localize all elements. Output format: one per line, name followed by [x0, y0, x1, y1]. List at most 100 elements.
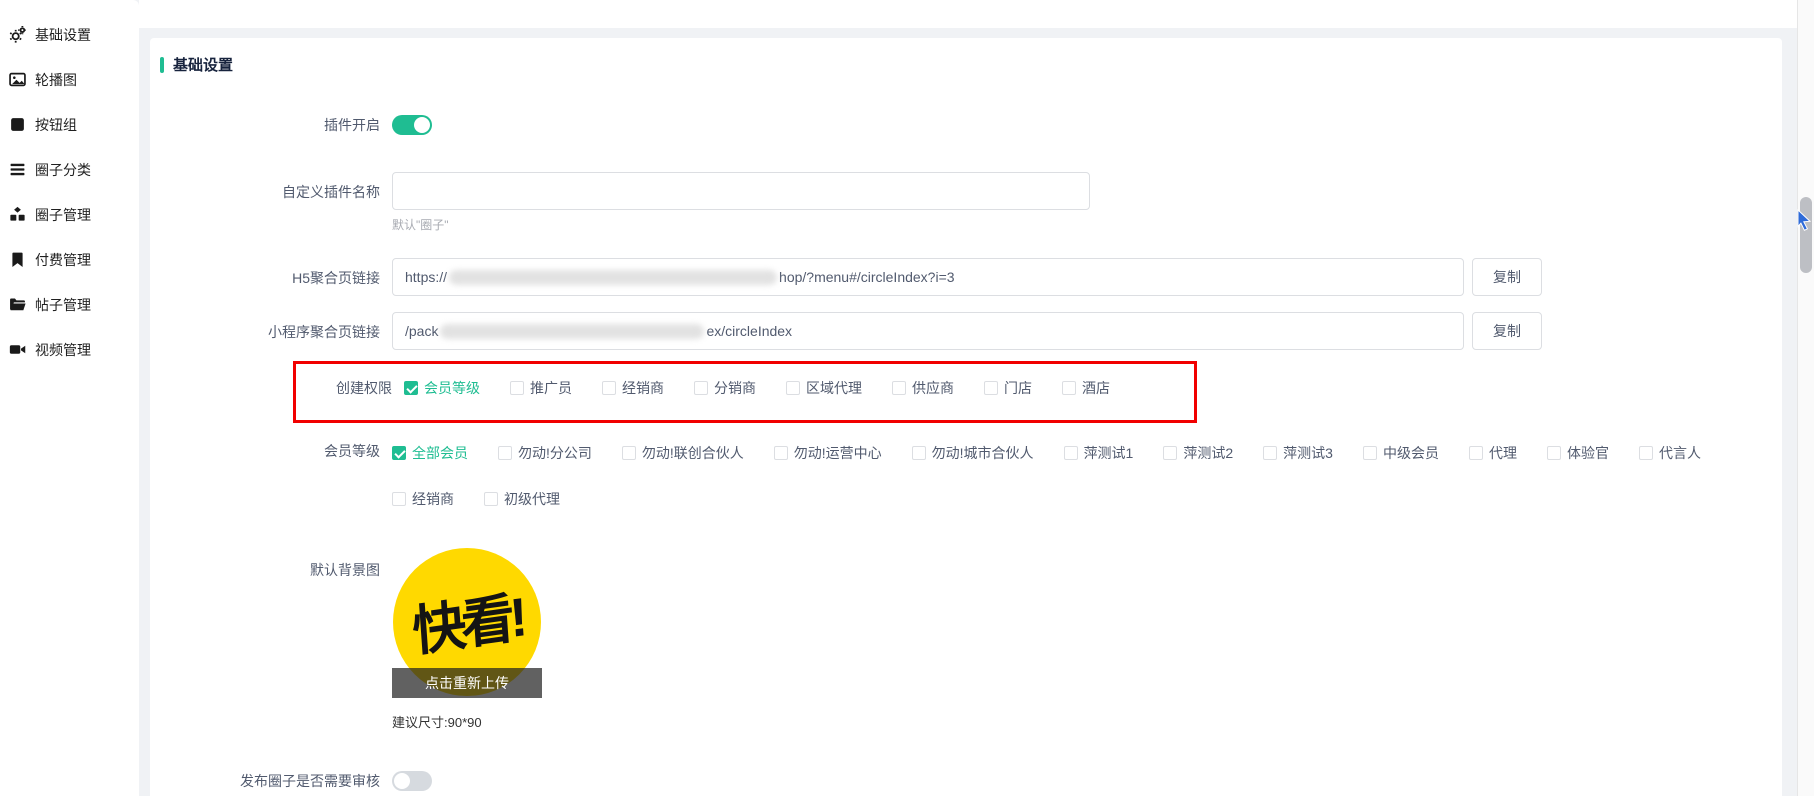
checkbox-icon	[1363, 446, 1377, 460]
settings-panel: 基础设置 插件开启 自定义插件名称 默认"圈子" H5聚合页链接 https:/…	[150, 38, 1782, 796]
annotation-red-box: 创建权限 会员等级 推广员 经销商	[293, 361, 1197, 423]
h5-link-row: H5聚合页链接 https:// hop/?menu#/circleIndex?…	[160, 258, 1782, 296]
checkbox-option[interactable]: 经销商	[602, 378, 664, 398]
h5-link-suffix: hop/?menu#/circleIndex?i=3	[779, 269, 955, 285]
checkbox-option[interactable]: 酒店	[1062, 378, 1110, 398]
checkbox-option[interactable]: 经销商	[392, 489, 454, 509]
checkbox-option[interactable]: 萍测试2	[1163, 443, 1233, 463]
checkbox-option[interactable]: 萍测试1	[1064, 443, 1134, 463]
checkbox-label: 勿动!联创合伙人	[642, 443, 744, 463]
bg-image-row: 默认背景图 快看! 点击重新上传 建议尺寸:90*90	[160, 548, 1782, 731]
sidebar-item-circle-manage[interactable]: 圈子管理	[0, 192, 139, 237]
checkbox-icon	[774, 446, 788, 460]
h5-link-input[interactable]: https:// hop/?menu#/circleIndex?i=3	[392, 258, 1464, 296]
checkbox-label: 经销商	[412, 489, 454, 509]
checkbox-icon	[786, 381, 800, 395]
checkbox-icon	[602, 381, 616, 395]
plugin-enable-toggle[interactable]	[392, 115, 432, 135]
checkbox-icon	[1639, 446, 1653, 460]
mouse-cursor-icon	[1794, 209, 1814, 233]
audit-toggle-label: 发布圈子是否需要审核	[160, 771, 380, 791]
member-level-options-line1: 全部会员 勿动!分公司 勿动!联创合伙人 勿动!运营中心	[392, 443, 1701, 463]
h5-link-prefix: https://	[405, 269, 447, 285]
checkbox-label: 代言人	[1659, 443, 1701, 463]
scrollbar-thumb[interactable]	[1800, 197, 1812, 273]
checkbox-label: 初级代理	[504, 489, 560, 509]
page-title: 基础设置	[173, 54, 233, 75]
sidebar-item-label: 圈子分类	[35, 160, 91, 180]
redacted-blur	[440, 324, 704, 339]
checkbox-icon	[1163, 446, 1177, 460]
top-header-strip	[139, 0, 1814, 28]
mini-link-label: 小程序聚合页链接	[160, 312, 380, 342]
sidebar: 基础设置 轮播图 按钮组 圈子分类 圈子管理	[0, 0, 139, 796]
checkbox-label: 勿动!运营中心	[794, 443, 882, 463]
bg-image-size-hint: 建议尺寸:90*90	[392, 712, 542, 731]
checkbox-label: 会员等级	[424, 378, 480, 398]
sidebar-item-post-manage[interactable]: 帖子管理	[0, 282, 139, 327]
checkbox-option[interactable]: 代理	[1469, 443, 1517, 463]
checkbox-icon	[404, 381, 418, 395]
create-permission-options: 会员等级 推广员 经销商 分销商	[404, 378, 1110, 398]
checkbox-label: 全部会员	[412, 443, 468, 463]
checkbox-icon	[510, 381, 524, 395]
checkbox-label: 经销商	[622, 378, 664, 398]
sidebar-item-payment-manage[interactable]: 付费管理	[0, 237, 139, 282]
mini-link-input[interactable]: /pack ex/circleIndex	[392, 312, 1464, 350]
audit-toggle[interactable]	[392, 771, 432, 791]
checkbox-option[interactable]: 会员等级	[404, 378, 480, 398]
checkbox-option[interactable]: 中级会员	[1363, 443, 1439, 463]
checkbox-label: 萍测试2	[1183, 443, 1233, 463]
checkbox-label: 萍测试3	[1283, 443, 1333, 463]
checkbox-label: 区域代理	[806, 378, 862, 398]
checkbox-option[interactable]: 勿动!城市合伙人	[912, 443, 1034, 463]
plugin-name-label: 自定义插件名称	[160, 172, 380, 202]
video-icon	[9, 341, 26, 358]
h5-link-label: H5聚合页链接	[160, 258, 380, 288]
checkbox-option[interactable]: 初级代理	[484, 489, 560, 509]
checkbox-option[interactable]: 门店	[984, 378, 1032, 398]
checkbox-option[interactable]: 体验官	[1547, 443, 1609, 463]
checkbox-option[interactable]: 全部会员	[392, 443, 468, 463]
sidebar-item-circle-category[interactable]: 圈子分类	[0, 147, 139, 192]
settings-icon	[9, 26, 26, 43]
checkbox-label: 勿动!城市合伙人	[932, 443, 1034, 463]
checkbox-option[interactable]: 萍测试3	[1263, 443, 1333, 463]
reupload-overlay[interactable]: 点击重新上传	[392, 668, 542, 698]
checkbox-option[interactable]: 分销商	[694, 378, 756, 398]
checkbox-option[interactable]: 推广员	[510, 378, 572, 398]
bg-image-text: 快看!	[409, 572, 525, 672]
checkbox-option[interactable]: 勿动!分公司	[498, 443, 592, 463]
h5-copy-button[interactable]: 复制	[1472, 258, 1542, 296]
checkbox-option[interactable]: 勿动!运营中心	[774, 443, 882, 463]
redacted-blur	[449, 270, 777, 285]
sidebar-item-label: 帖子管理	[35, 295, 91, 315]
bg-image-upload[interactable]: 快看! 点击重新上传	[392, 548, 542, 698]
plugin-name-hint: 默认"圈子"	[392, 216, 1090, 233]
mini-copy-button[interactable]: 复制	[1472, 312, 1542, 350]
checkbox-label: 推广员	[530, 378, 572, 398]
checkbox-option[interactable]: 供应商	[892, 378, 954, 398]
sidebar-item-button-group[interactable]: 按钮组	[0, 102, 139, 147]
plugin-name-row: 自定义插件名称 默认"圈子"	[160, 172, 1782, 233]
sidebar-item-basic-settings[interactable]: 基础设置	[0, 12, 139, 57]
title-accent-bar	[160, 57, 164, 73]
checkbox-icon	[1062, 381, 1076, 395]
circle-manage-icon	[9, 206, 26, 223]
checkbox-option[interactable]: 勿动!联创合伙人	[622, 443, 744, 463]
checkbox-option[interactable]: 代言人	[1639, 443, 1701, 463]
checkbox-icon	[1469, 446, 1483, 460]
sidebar-item-label: 视频管理	[35, 340, 91, 360]
vertical-scrollbar[interactable]	[1797, 0, 1814, 796]
sidebar-item-carousel[interactable]: 轮播图	[0, 57, 139, 102]
mini-link-row: 小程序聚合页链接 /pack ex/circleIndex 复制	[160, 312, 1782, 350]
checkbox-icon	[892, 381, 906, 395]
checkbox-icon	[484, 492, 498, 506]
payment-icon	[9, 251, 26, 268]
checkbox-label: 代理	[1489, 443, 1517, 463]
sidebar-item-video-manage[interactable]: 视频管理	[0, 327, 139, 372]
checkbox-label: 体验官	[1567, 443, 1609, 463]
checkbox-icon	[1263, 446, 1277, 460]
checkbox-option[interactable]: 区域代理	[786, 378, 862, 398]
plugin-name-input[interactable]	[392, 172, 1090, 210]
